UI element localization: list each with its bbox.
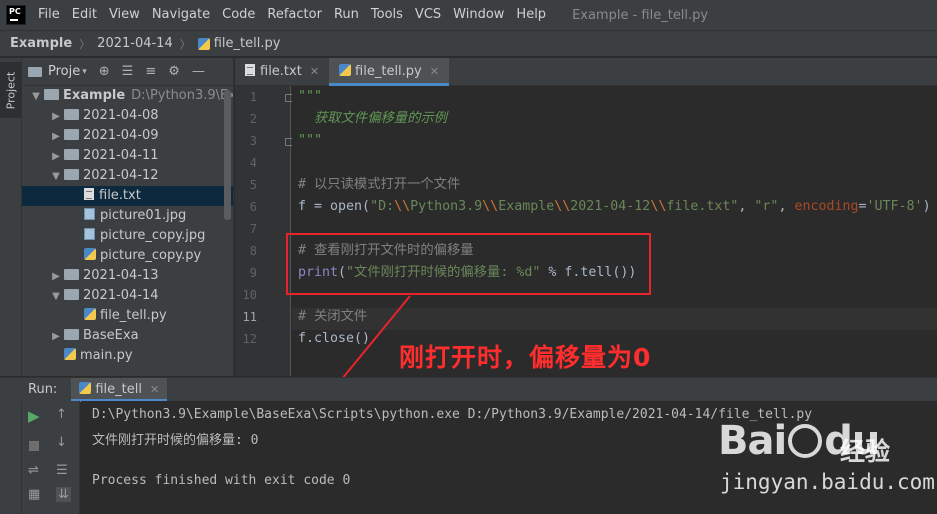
run-panel-header: Run: file_tell ✕ [0, 377, 937, 402]
console-line-command: D:\Python3.9\Example\BaseExa\Scripts\pyt… [92, 407, 813, 422]
run-tab-label: file_tell [95, 381, 142, 397]
watermark-url: jingyan.baidu.com [720, 470, 935, 494]
paw-icon [788, 424, 823, 458]
python-file-icon [79, 381, 92, 394]
arrow-down-icon[interactable]: ↓ [56, 435, 67, 450]
run-left-strip [0, 401, 22, 514]
stop-icon[interactable] [29, 441, 39, 451]
close-icon[interactable]: ✕ [150, 383, 159, 396]
arrow-up-icon[interactable]: ↑ [56, 407, 67, 422]
soft-wrap-icon[interactable]: ☰ [56, 463, 68, 478]
console-line-output: 文件刚打开时候的偏移量: 0 [92, 433, 259, 448]
run-label: Run: [28, 382, 58, 397]
scroll-to-end-icon[interactable]: ⇊ [56, 487, 71, 502]
run-toolbar: ▶ ↑ ↓ ⇌ ☰ ▦ ⇊ [22, 401, 80, 514]
baidu-watermark: Bai du 经验 jingyan.baidu.com [718, 418, 935, 498]
watermark-brand: 经验 [840, 437, 891, 466]
console-line-exit: Process finished with exit code 0 [92, 473, 351, 488]
annotation-text: 刚打开时，偏移量为0 [399, 343, 652, 372]
wrap-icon[interactable]: ⇌ [28, 463, 39, 478]
rerun-icon[interactable]: ▶ [28, 407, 40, 425]
run-tab-file-tell[interactable]: file_tell ✕ [71, 377, 168, 402]
layout-icon[interactable]: ▦ [28, 487, 40, 502]
